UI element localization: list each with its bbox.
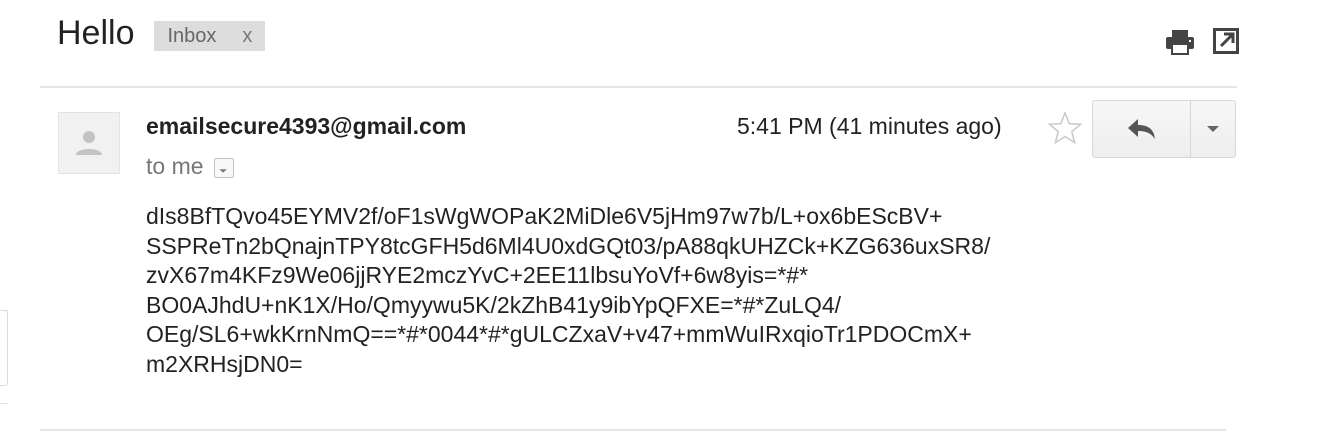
inbox-label-chip[interactable]: Inbox x <box>154 20 266 51</box>
left-edge-line <box>0 403 8 404</box>
body-line: dIs8BfTQvo45EYMV2f/oF1sWgWOPaK2MiDle6V5j… <box>146 203 943 229</box>
email-subject: Hello <box>57 14 135 52</box>
body-line: OEg/SL6+wkKrnNmQ==*#*0044*#*gULCZxaV+v47… <box>146 321 972 347</box>
label-name: Inbox <box>167 24 217 47</box>
body-line: SSPReTn2bQnajnTPY8tcGFH5d6Ml4U0xdGQt03/p… <box>146 232 991 259</box>
reply-icon <box>1127 119 1155 139</box>
recipient-label: to me <box>146 153 204 179</box>
side-panel-handle[interactable] <box>0 310 8 386</box>
sender-address[interactable]: emailsecure4393@gmail.com <box>146 113 466 140</box>
email-view: Hello Inbox x emailsecure4393@gmail.com … <box>0 0 1336 442</box>
more-actions-button[interactable] <box>1191 101 1235 157</box>
message-divider <box>40 429 1226 431</box>
body-line: BO0AJhdU+nK1X/Ho/Qmyywu5K/2kZhB41y9ibYpQ… <box>146 291 842 318</box>
message-time: 5:41 PM (41 minutes ago) <box>737 113 1002 139</box>
body-line: m2XRHsjDN0= <box>146 350 303 377</box>
star-icon[interactable] <box>1048 111 1082 145</box>
sender-avatar[interactable] <box>58 112 120 174</box>
recipient-row: to me <box>146 153 234 180</box>
subject-row: Hello Inbox x <box>57 14 266 53</box>
remove-label-button[interactable]: x <box>242 21 252 51</box>
header-divider <box>40 86 1237 88</box>
new-window-icon[interactable] <box>1213 28 1239 54</box>
chevron-down-icon <box>1207 126 1219 132</box>
person-icon <box>76 131 102 155</box>
dropdown-icon <box>219 168 227 173</box>
print-icon[interactable] <box>1165 28 1195 56</box>
body-line: zvX67m4KFz9We06jjRYE2mczYvC+2EE11lbsuYoV… <box>146 262 809 288</box>
message-body: dIs8BfTQvo45EYMV2f/oF1sWgWOPaK2MiDle6V5j… <box>146 202 1146 379</box>
reply-button[interactable] <box>1093 101 1191 157</box>
reply-button-group <box>1092 100 1236 158</box>
show-details-button[interactable] <box>213 157 234 178</box>
